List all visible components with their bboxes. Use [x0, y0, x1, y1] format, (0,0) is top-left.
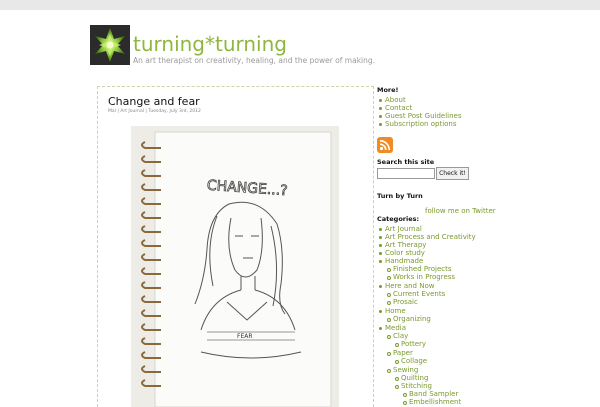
post-meta: Mal | Art Journal | Tuesday, July 3rd, 2… — [108, 109, 201, 114]
categories-heading: Categories: — [377, 215, 420, 223]
category-link[interactable]: Color study — [385, 249, 425, 257]
category-link[interactable]: Embellishment — [409, 398, 461, 406]
bullet-icon — [387, 293, 391, 297]
bullet-icon — [395, 343, 399, 347]
rss-feed-icon — [379, 140, 390, 151]
category-link[interactable]: Stitching — [401, 382, 432, 390]
search-input[interactable] — [377, 168, 435, 179]
bullet-icon — [379, 123, 382, 126]
bullet-icon — [387, 268, 391, 272]
bullet-icon — [387, 301, 391, 305]
category-link[interactable]: Paper — [393, 349, 413, 357]
category-link[interactable]: Band Sampler — [409, 390, 458, 398]
bullet-icon — [395, 385, 399, 389]
twitter-link[interactable]: follow me on Twitter — [425, 207, 496, 215]
sketchbook-drawing-image: CHANGE...? FEAR — [131, 126, 339, 407]
sidebar-link-subscription[interactable]: Subscription options — [385, 120, 457, 128]
bullet-icon — [403, 393, 407, 397]
bullet-icon — [403, 401, 407, 405]
category-link[interactable]: Finished Projects — [393, 265, 452, 273]
bullet-icon — [379, 285, 382, 288]
bullet-icon — [379, 228, 382, 231]
bullet-icon — [379, 260, 382, 263]
category-link[interactable]: Art Process and Creativity — [385, 233, 476, 241]
sidebar-link-guest-post[interactable]: Guest Post Guidelines — [385, 112, 462, 120]
site-logo[interactable] — [90, 25, 130, 65]
category-link[interactable]: Organizing — [393, 315, 431, 323]
bullet-icon — [379, 236, 382, 239]
sidebar-link-contact[interactable]: Contact — [385, 104, 412, 112]
category-link[interactable]: Media — [385, 324, 406, 332]
bullet-icon — [387, 352, 391, 356]
drawing-word-fear: FEAR — [237, 333, 253, 340]
post-image: CHANGE...? FEAR — [131, 126, 339, 407]
top-bar — [0, 0, 600, 10]
bullet-icon — [379, 115, 382, 118]
search-heading: Search this site — [377, 158, 435, 166]
post-article: Change and fear Mal | Art Journal | Tues… — [97, 86, 374, 407]
bullet-icon — [379, 107, 382, 110]
category-link[interactable]: Clay — [393, 332, 408, 340]
bullet-icon — [379, 99, 382, 102]
search-button[interactable]: Check it! — [436, 167, 469, 180]
category-link[interactable]: Art Journal — [385, 225, 422, 233]
category-link[interactable]: Here and Now — [385, 282, 434, 290]
category-link[interactable]: Quilting — [401, 374, 428, 382]
rss-icon[interactable] — [377, 137, 393, 153]
bullet-icon — [387, 318, 391, 322]
bullet-icon — [387, 335, 391, 339]
category-link[interactable]: Handmade — [385, 257, 423, 265]
category-link[interactable]: Current Events — [393, 290, 445, 298]
category-link[interactable]: Sewing — [393, 366, 418, 374]
more-heading: More! — [377, 86, 399, 94]
bullet-icon — [387, 369, 391, 373]
bullet-icon — [379, 244, 382, 247]
sidebar-link-about[interactable]: About — [385, 96, 406, 104]
category-link[interactable]: Prosaic — [393, 298, 418, 306]
bullet-icon — [395, 377, 399, 381]
bullet-icon — [379, 327, 382, 330]
post-title[interactable]: Change and fear — [108, 95, 200, 108]
category-link[interactable]: Works in Progress — [393, 273, 455, 281]
site-title[interactable]: turning*turning — [133, 33, 287, 55]
bullet-icon — [379, 252, 382, 255]
category-link[interactable]: Collage — [401, 357, 427, 365]
bullet-icon — [395, 360, 399, 364]
green-flower-logo-icon — [95, 28, 125, 62]
turn-by-turn-heading: Turn by Turn — [377, 192, 423, 200]
bullet-icon — [379, 310, 382, 313]
bullet-icon — [387, 276, 391, 280]
site-tagline: An art therapist on creativity, healing,… — [133, 56, 376, 65]
category-link[interactable]: Pottery — [401, 340, 426, 348]
category-link[interactable]: Art Therapy — [385, 241, 426, 249]
category-link[interactable]: Home — [385, 307, 406, 315]
